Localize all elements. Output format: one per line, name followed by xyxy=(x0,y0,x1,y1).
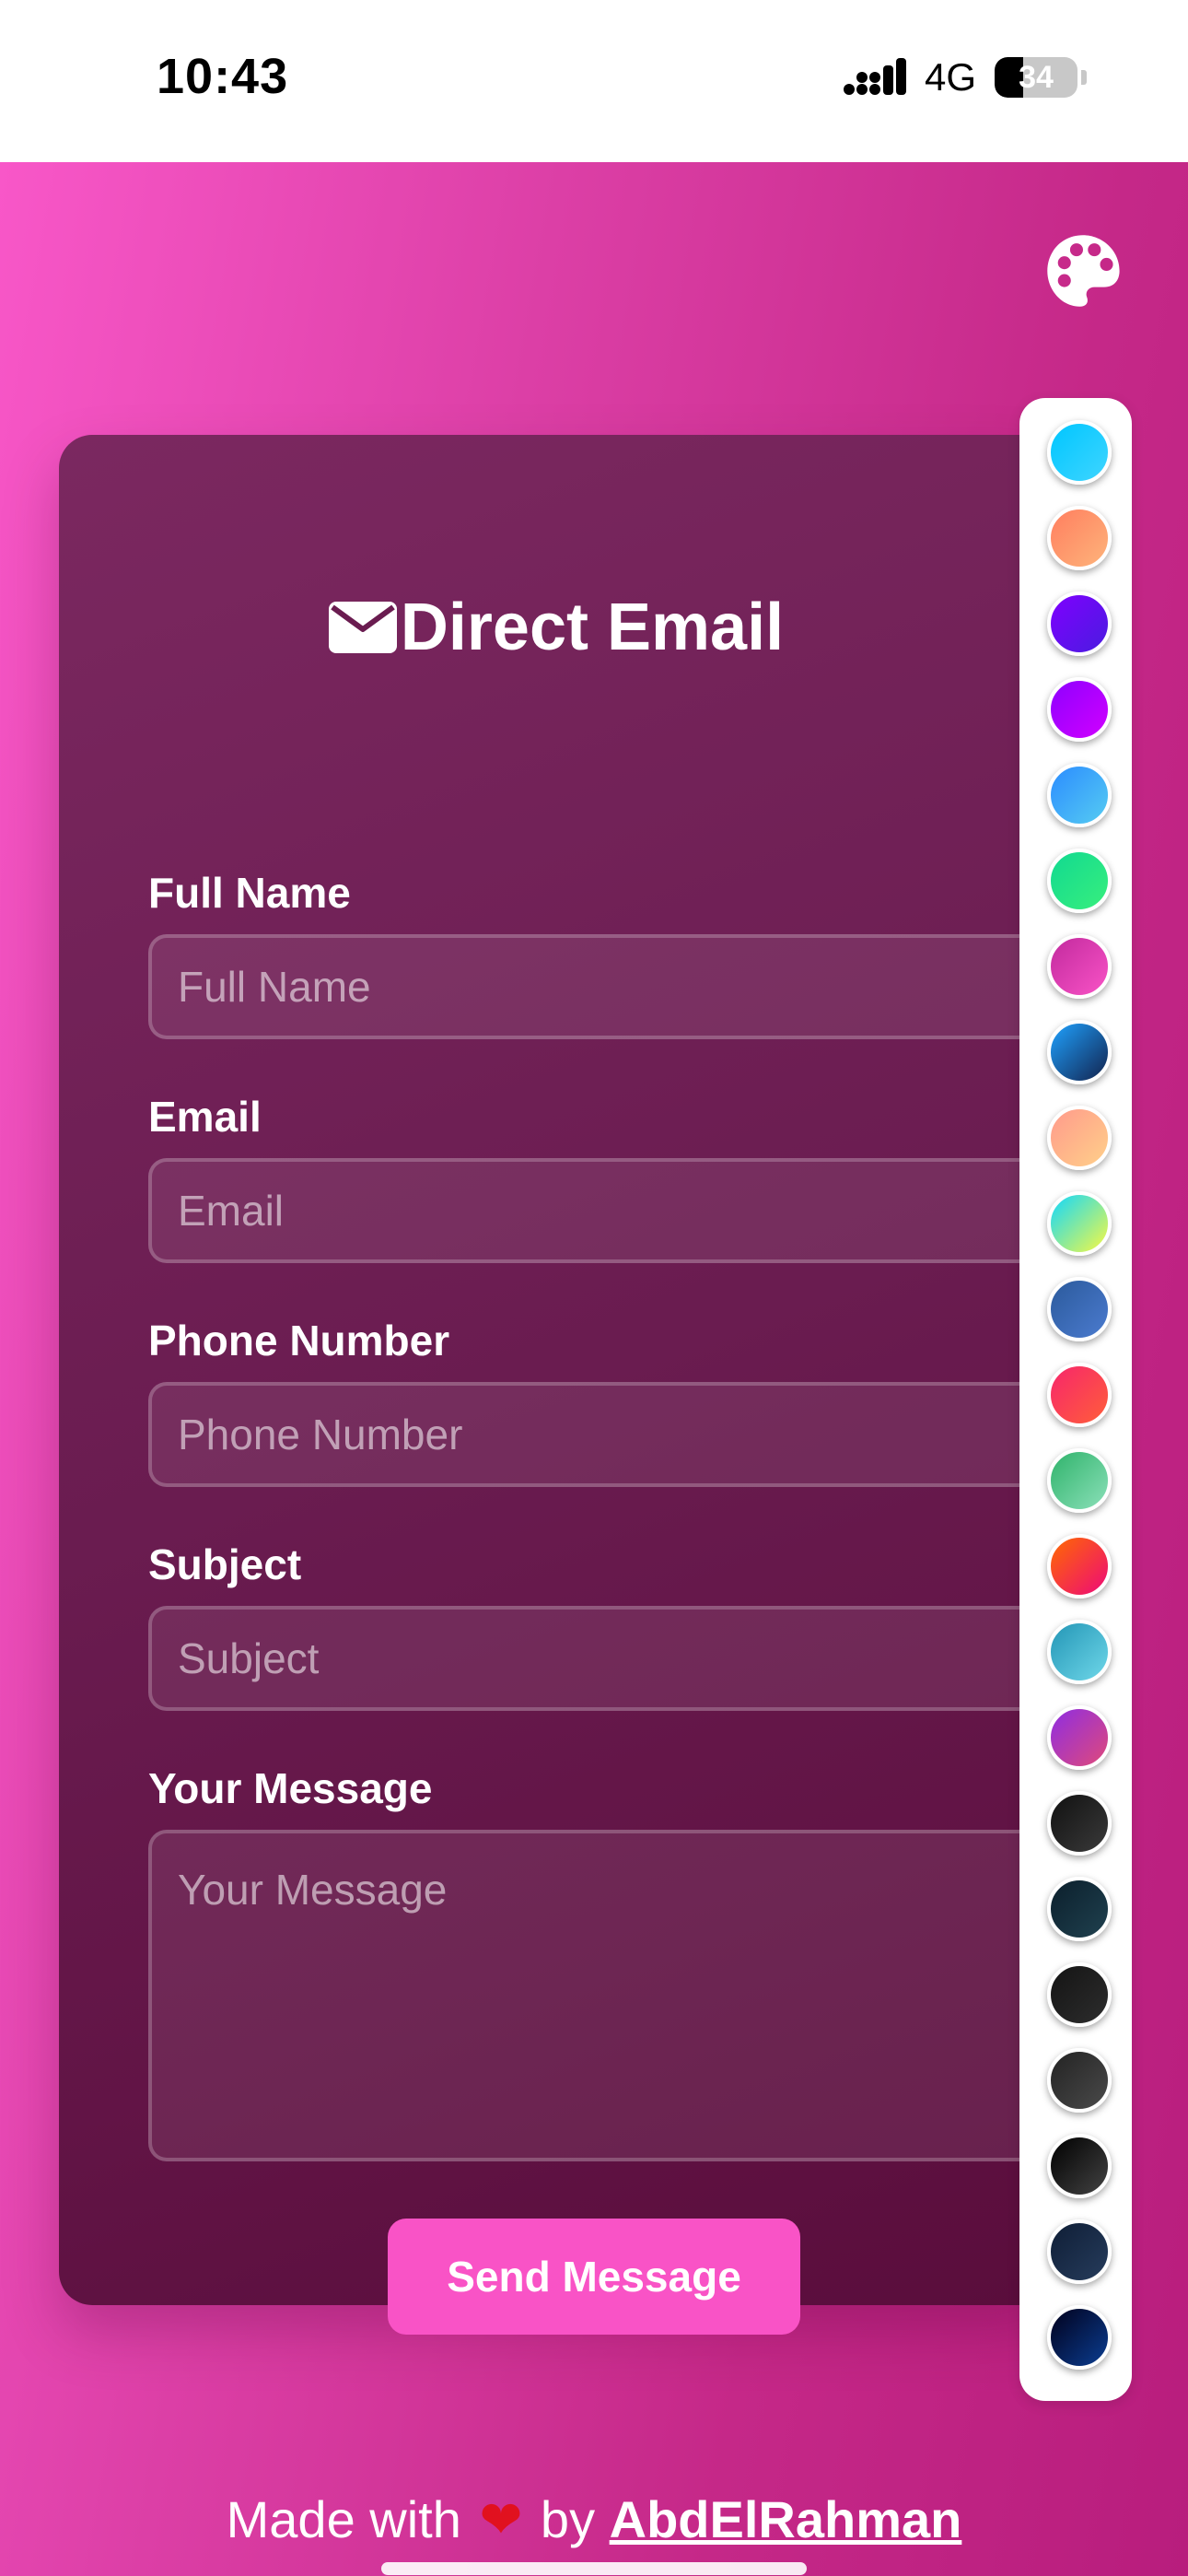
network-type: 4G xyxy=(924,55,976,99)
color-swatch[interactable] xyxy=(1047,934,1112,999)
color-swatch[interactable] xyxy=(1047,1620,1112,1684)
status-bar: 10:43 4G 34 xyxy=(0,0,1188,162)
color-swatch[interactable] xyxy=(1047,2305,1112,2370)
form-title-text: Direct Email xyxy=(400,591,785,664)
phone-number-label: Phone Number xyxy=(148,1317,450,1364)
color-swatch[interactable] xyxy=(1047,677,1112,742)
color-swatch[interactable] xyxy=(1047,1791,1112,1856)
message-label: Your Message xyxy=(148,1764,433,1812)
color-swatch[interactable] xyxy=(1047,2048,1112,2113)
color-swatch[interactable] xyxy=(1047,591,1112,656)
full-name-input[interactable] xyxy=(148,934,1106,1039)
status-indicators: 4G 34 xyxy=(843,55,1087,100)
form-title: Direct Email xyxy=(59,590,1054,665)
heart-icon: ❤ xyxy=(479,2490,523,2548)
footer-prefix: Made with xyxy=(226,2490,461,2548)
color-swatch[interactable] xyxy=(1047,2134,1112,2198)
phone-number-input[interactable] xyxy=(148,1382,1106,1487)
author-link[interactable]: AbdElRahman xyxy=(610,2490,962,2548)
color-swatch[interactable] xyxy=(1047,1020,1112,1084)
cellular-signal-icon xyxy=(843,58,906,97)
home-indicator xyxy=(381,2562,807,2575)
email-input[interactable] xyxy=(148,1158,1106,1263)
color-swatch[interactable] xyxy=(1047,1363,1112,1427)
battery-icon: 34 xyxy=(995,57,1077,98)
battery-level: 34 xyxy=(1019,59,1054,95)
color-swatch[interactable] xyxy=(1047,506,1112,570)
envelope-icon xyxy=(328,602,397,653)
contact-form-card: Direct Email Full Name Email Phone Numbe… xyxy=(59,435,1106,2335)
color-swatch[interactable] xyxy=(1047,1962,1112,2027)
email-label: Email xyxy=(148,1093,262,1141)
battery-cap xyxy=(1081,70,1087,85)
color-swatch[interactable] xyxy=(1047,1877,1112,1941)
subject-input[interactable] xyxy=(148,1606,1106,1711)
subject-label: Subject xyxy=(148,1540,302,1588)
color-swatch[interactable] xyxy=(1047,2219,1112,2284)
color-swatch-panel xyxy=(1019,398,1132,2401)
status-time: 10:43 xyxy=(157,49,289,104)
footer-by: by xyxy=(540,2490,596,2548)
color-swatch[interactable] xyxy=(1047,763,1112,827)
color-swatch[interactable] xyxy=(1047,1277,1112,1341)
palette-icon[interactable] xyxy=(1042,230,1124,311)
color-swatch[interactable] xyxy=(1047,1705,1112,1770)
app-background: Direct Email Full Name Email Phone Numbe… xyxy=(0,162,1188,2576)
color-swatch[interactable] xyxy=(1047,1106,1112,1170)
footer: Made with ❤ by AbdElRahman xyxy=(0,2489,1188,2550)
full-name-label: Full Name xyxy=(148,869,351,917)
color-swatch[interactable] xyxy=(1047,1534,1112,1598)
color-swatch[interactable] xyxy=(1047,849,1112,913)
color-swatch[interactable] xyxy=(1047,1191,1112,1256)
color-swatch[interactable] xyxy=(1047,1448,1112,1513)
color-swatch[interactable] xyxy=(1047,420,1112,485)
send-message-button[interactable]: Send Message xyxy=(388,2219,800,2335)
message-textarea[interactable] xyxy=(148,1830,1106,2161)
